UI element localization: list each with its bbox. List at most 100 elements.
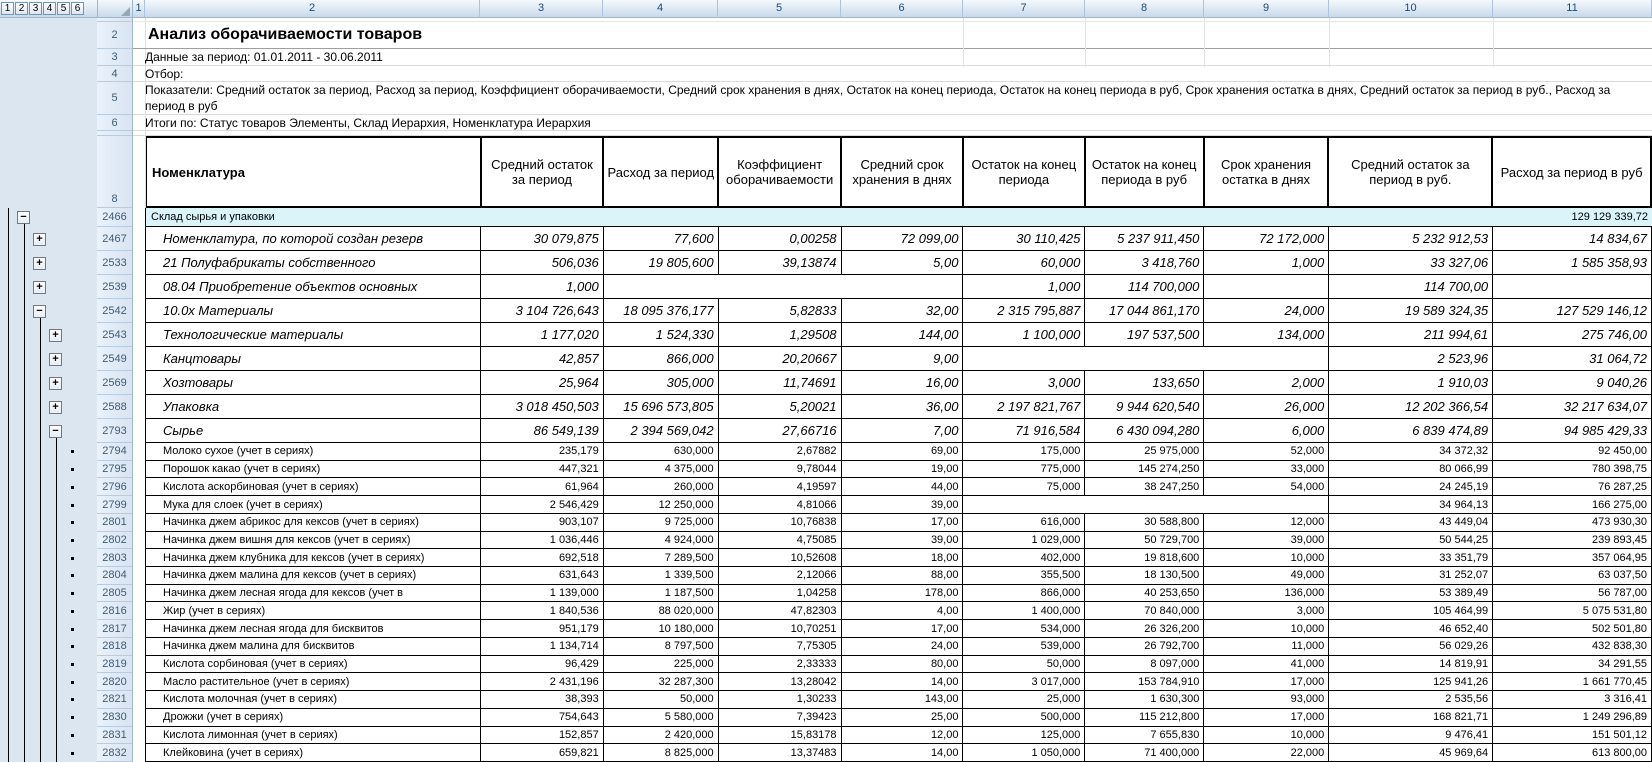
outline-collapse-button[interactable]: − bbox=[49, 425, 62, 438]
nomenclature-cell[interactable]: Мука для слоек (учет в сериях) bbox=[146, 496, 481, 513]
outline-expand-button[interactable]: + bbox=[49, 401, 62, 414]
value-cell[interactable]: 539,000 bbox=[963, 638, 1085, 655]
row-header-6[interactable]: 6 bbox=[97, 115, 132, 131]
outline-expand-button[interactable]: + bbox=[33, 281, 46, 294]
value-cell[interactable]: 42,857 bbox=[481, 347, 604, 370]
value-cell[interactable]: 630,000 bbox=[604, 443, 719, 460]
outline-level-button-2[interactable]: 2 bbox=[15, 2, 28, 15]
value-cell[interactable]: 17,000 bbox=[1204, 709, 1329, 726]
report-totals[interactable]: Итоги по: Статус товаров Элементы, Склад… bbox=[133, 115, 1652, 131]
value-cell[interactable] bbox=[963, 496, 1085, 513]
value-cell[interactable]: 125,000 bbox=[963, 727, 1085, 744]
value-cell[interactable]: 5 075 531,80 bbox=[1493, 602, 1652, 619]
value-cell[interactable]: 1 661 770,45 bbox=[1493, 673, 1652, 690]
value-cell[interactable]: 17,00 bbox=[842, 620, 964, 637]
value-cell[interactable]: 613 800,00 bbox=[1493, 744, 1652, 761]
nomenclature-cell[interactable]: Кислота лимонная (учет в сериях) bbox=[146, 727, 481, 744]
table-header-cell[interactable]: Средний остаток за период в руб. bbox=[1329, 138, 1493, 206]
value-cell[interactable]: 22,000 bbox=[1204, 744, 1329, 761]
row-header-2542[interactable]: 2542 bbox=[97, 299, 132, 323]
column-header-10[interactable]: 10 bbox=[1329, 0, 1493, 18]
value-cell[interactable]: 17,000 bbox=[1204, 673, 1329, 690]
value-cell[interactable]: 8 825,000 bbox=[604, 744, 719, 761]
value-cell[interactable]: 534,000 bbox=[963, 620, 1085, 637]
value-cell[interactable]: 11,000 bbox=[1204, 638, 1329, 655]
nomenclature-cell[interactable]: Канцтовары bbox=[146, 347, 481, 370]
table-header-nomenclature[interactable]: Номенклатура bbox=[147, 138, 482, 206]
value-cell[interactable]: 10,76838 bbox=[719, 514, 842, 531]
value-cell[interactable]: 71 400,000 bbox=[1085, 744, 1204, 761]
value-cell[interactable] bbox=[1085, 347, 1204, 370]
value-cell[interactable]: 1 630,300 bbox=[1085, 691, 1204, 708]
value-cell[interactable]: 1 187,500 bbox=[604, 585, 719, 602]
row-header-2569[interactable]: 2569 bbox=[97, 371, 132, 395]
value-cell[interactable]: 24,000 bbox=[1204, 299, 1329, 322]
column-header-11[interactable]: 11 bbox=[1493, 0, 1652, 18]
value-cell[interactable]: 9 476,41 bbox=[1329, 727, 1493, 744]
value-cell[interactable]: 866,000 bbox=[963, 585, 1085, 602]
value-cell[interactable]: 1 910,03 bbox=[1329, 371, 1493, 394]
value-cell[interactable]: 659,821 bbox=[481, 744, 604, 761]
value-cell[interactable]: 5,00 bbox=[842, 251, 964, 274]
value-cell[interactable]: 12 202 366,54 bbox=[1329, 395, 1493, 418]
value-cell[interactable]: 7 289,500 bbox=[604, 549, 719, 566]
value-cell[interactable]: 129 129 339,72 bbox=[1493, 208, 1652, 226]
value-cell[interactable]: 1 036,446 bbox=[481, 532, 604, 549]
value-cell[interactable]: 15,83178 bbox=[719, 727, 842, 744]
value-cell[interactable]: 10,000 bbox=[1204, 727, 1329, 744]
nomenclature-cell[interactable]: Масло растительное (учет в сериях) bbox=[146, 673, 481, 690]
table-header-cell[interactable]: Остаток на конец периода bbox=[964, 138, 1086, 206]
value-cell[interactable]: 1 840,536 bbox=[481, 602, 604, 619]
value-cell[interactable]: 80,00 bbox=[842, 656, 964, 673]
row-header-2[interactable]: 2 bbox=[97, 22, 132, 49]
row-header-2549[interactable]: 2549 bbox=[97, 347, 132, 371]
value-cell[interactable]: 3,000 bbox=[963, 371, 1085, 394]
value-cell[interactable]: 355,500 bbox=[963, 567, 1085, 584]
value-cell[interactable]: 780 398,75 bbox=[1493, 461, 1652, 478]
table-header-cell[interactable]: Коэффициент оборачиваемости bbox=[719, 138, 842, 206]
value-cell[interactable]: 115 212,800 bbox=[1085, 709, 1204, 726]
value-cell[interactable]: 6,000 bbox=[1204, 419, 1329, 442]
value-cell[interactable]: 1,29508 bbox=[719, 323, 842, 346]
value-cell[interactable]: 61,964 bbox=[481, 478, 604, 495]
value-cell[interactable]: 9 944 620,540 bbox=[1085, 395, 1204, 418]
value-cell[interactable]: 1,000 bbox=[963, 275, 1085, 298]
value-cell[interactable]: 69,00 bbox=[842, 443, 964, 460]
value-cell[interactable]: 616,000 bbox=[963, 514, 1085, 531]
value-cell[interactable]: 1 524,330 bbox=[604, 323, 719, 346]
value-cell[interactable]: 13,37483 bbox=[719, 744, 842, 761]
value-cell[interactable]: 30 079,875 bbox=[481, 227, 604, 250]
outline-level-button-3[interactable]: 3 bbox=[29, 2, 42, 15]
row-header-2832[interactable]: 2832 bbox=[97, 744, 132, 762]
value-cell[interactable]: 105 464,99 bbox=[1329, 602, 1493, 619]
value-cell[interactable]: 43 449,04 bbox=[1329, 514, 1493, 531]
value-cell[interactable]: 2,12066 bbox=[719, 567, 842, 584]
value-cell[interactable]: 31 064,72 bbox=[1493, 347, 1652, 370]
nomenclature-cell[interactable]: Номенклатура, по которой создан резерв bbox=[146, 227, 481, 250]
value-cell[interactable]: 235,179 bbox=[481, 443, 604, 460]
value-cell[interactable]: 1,000 bbox=[1204, 251, 1329, 274]
row-header-2819[interactable]: 2819 bbox=[97, 656, 132, 674]
select-all-corner[interactable] bbox=[97, 0, 133, 18]
value-cell[interactable]: 19 818,600 bbox=[1085, 549, 1204, 566]
value-cell[interactable]: 94 985 429,33 bbox=[1493, 419, 1652, 442]
table-header-cell[interactable]: Остаток на конец периода в руб bbox=[1086, 138, 1205, 206]
nomenclature-cell[interactable]: Технологические материалы bbox=[146, 323, 481, 346]
value-cell[interactable]: 8 797,500 bbox=[604, 638, 719, 655]
value-cell[interactable]: 20,20667 bbox=[719, 347, 842, 370]
value-cell[interactable]: 25,000 bbox=[963, 691, 1085, 708]
column-header-2[interactable]: 2 bbox=[145, 0, 480, 18]
nomenclature-cell[interactable]: 08.04 Приобретение объектов основных bbox=[146, 275, 481, 298]
value-cell[interactable]: 76 287,25 bbox=[1493, 478, 1652, 495]
value-cell[interactable]: 7,39423 bbox=[719, 709, 842, 726]
value-cell[interactable]: 3 018 450,503 bbox=[481, 395, 604, 418]
value-cell[interactable]: 1,04258 bbox=[719, 585, 842, 602]
value-cell[interactable]: 473 930,30 bbox=[1493, 514, 1652, 531]
row-header-2795[interactable]: 2795 bbox=[97, 461, 132, 479]
value-cell[interactable] bbox=[1204, 347, 1329, 370]
nomenclature-cell[interactable]: Начинка джем малина для кексов (учет в с… bbox=[146, 567, 481, 584]
value-cell[interactable]: 72 099,00 bbox=[842, 227, 964, 250]
value-cell[interactable]: 92 450,00 bbox=[1493, 443, 1652, 460]
nomenclature-cell[interactable]: Начинка джем клубника для кексов (учет в… bbox=[146, 549, 481, 566]
nomenclature-cell[interactable]: Кислота молочная (учет в сериях) bbox=[146, 691, 481, 708]
